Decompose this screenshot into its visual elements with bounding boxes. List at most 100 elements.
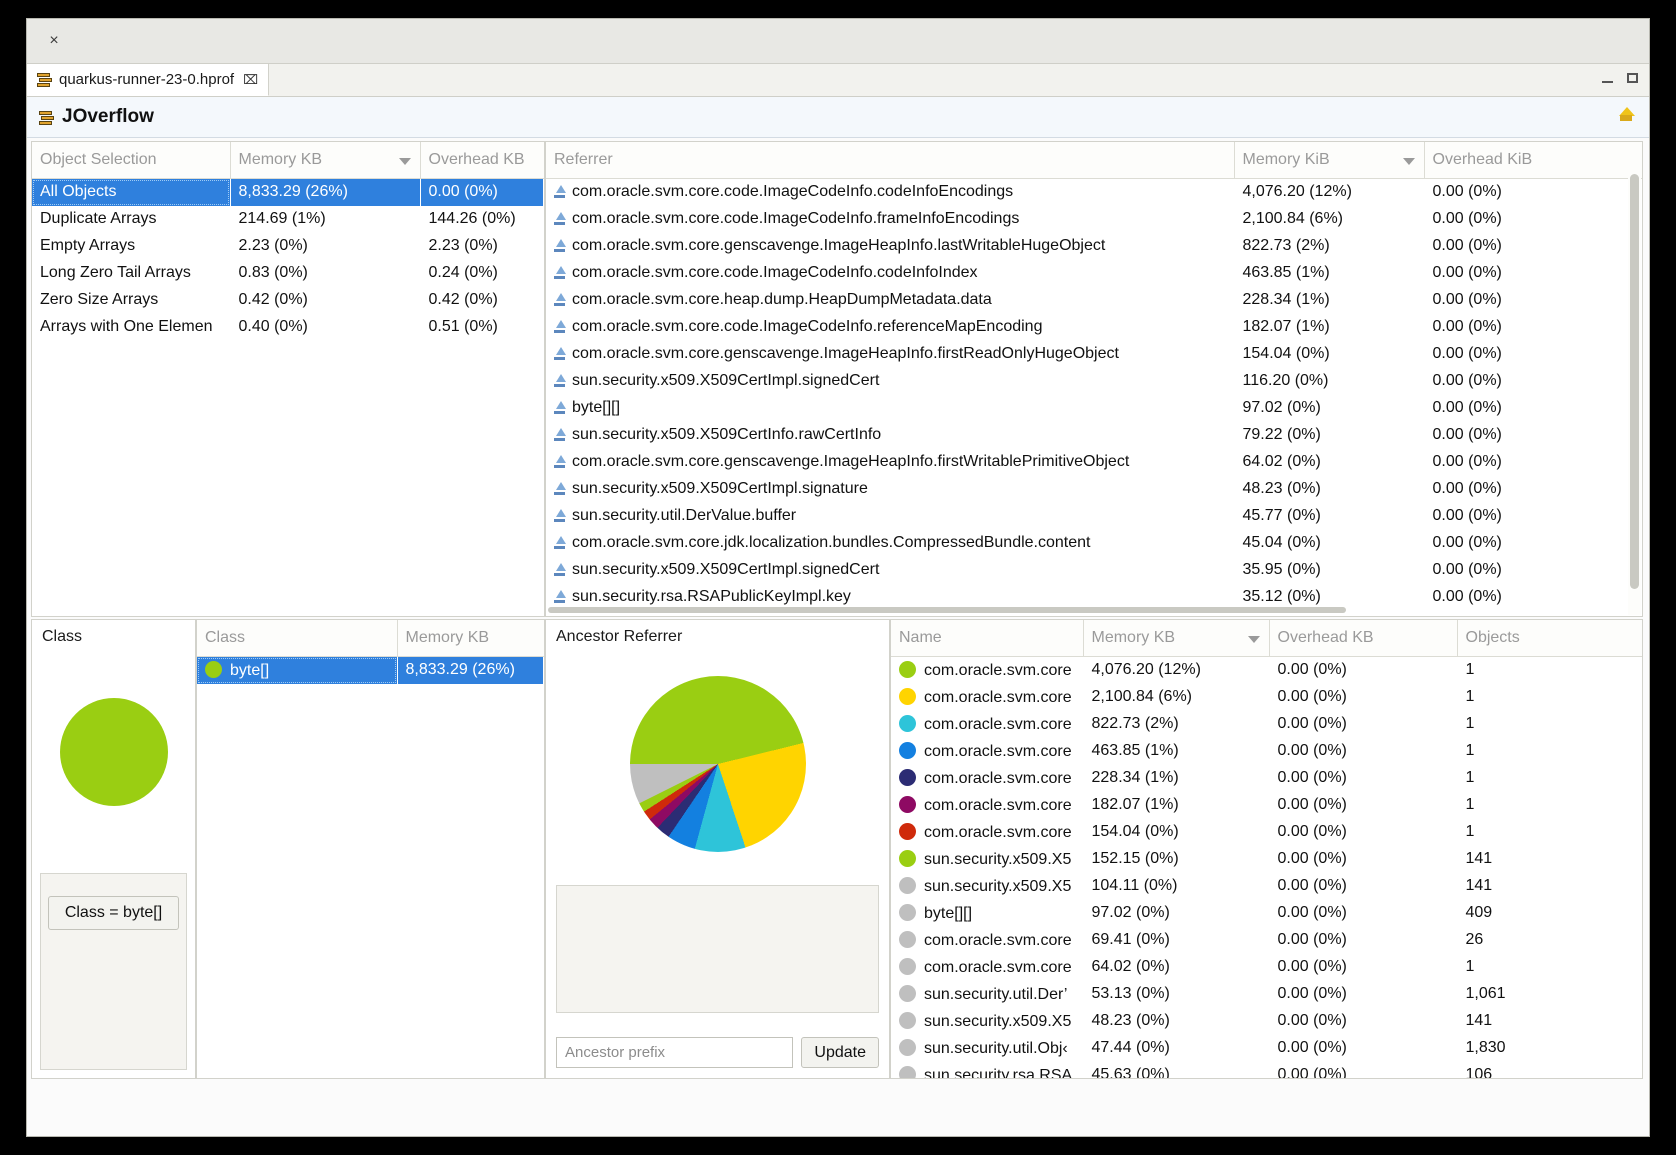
- table-row[interactable]: byte[] 8,833.29 (26%): [197, 656, 544, 684]
- table-row[interactable]: sun.security.x509.X509CertImpl.signedCer…: [546, 557, 1642, 584]
- table-row[interactable]: sun.security.x509.X509CertImpl.signedCer…: [546, 368, 1642, 395]
- editor-tab-label: quarkus-runner-23-0.hprof: [59, 71, 235, 88]
- column-header-overhead-kb[interactable]: Overhead KB: [1269, 620, 1458, 657]
- column-header-name[interactable]: Name: [891, 620, 1084, 657]
- cell-memory: 228.34 (1%): [1242, 291, 1330, 308]
- cell-memory: 463.85 (1%): [1242, 264, 1330, 281]
- table-row[interactable]: sun.security.x509.X509CertImpl.signature…: [546, 476, 1642, 503]
- table-row[interactable]: sun.security.util.DerValue.buffer 45.77 (…: [546, 503, 1642, 530]
- cell-objects: 141: [1465, 877, 1493, 894]
- class-table: Class Memory KB byte[] 8,833.29 (26%): [197, 620, 544, 684]
- cell-memory: 35.95 (0%): [1242, 561, 1321, 578]
- table-row[interactable]: sun.security.x509.X509CertInfo.rawCertIn…: [546, 422, 1642, 449]
- close-icon[interactable]: ×: [41, 29, 67, 53]
- table-row[interactable]: sun.security.util.Der’ 53.13 (0%) 0.00 (0%…: [891, 981, 1642, 1008]
- table-row[interactable]: com.oracle.svm.core 4,076.20 (12%) 0.00 (0…: [891, 657, 1642, 684]
- table-row[interactable]: com.oracle.svm.core.genscavenge.ImageHea…: [546, 341, 1642, 368]
- table-row[interactable]: com.oracle.svm.core.code.ImageCodeInfo.c…: [546, 260, 1642, 287]
- table-row[interactable]: byte[][] 97.02 (0%) 0.00 (0%): [546, 395, 1642, 422]
- table-row[interactable]: com.oracle.svm.core 182.07 (1%) 0.00 (0%) 1: [891, 792, 1642, 819]
- table-row[interactable]: Zero Size Arrays 0.42 (0%) 0.42 (0%): [32, 287, 544, 314]
- column-header-referrer[interactable]: Referrer: [546, 142, 1235, 179]
- column-header-memory-kb[interactable]: Memory KB: [230, 142, 421, 179]
- maximize-icon[interactable]: [1626, 72, 1639, 85]
- column-header-memory-kb[interactable]: Memory KB: [1083, 620, 1270, 657]
- table-row[interactable]: byte[][] 97.02 (0%) 0.00 (0%) 409: [891, 900, 1642, 927]
- column-header-object-selection[interactable]: Object Selection: [32, 142, 231, 179]
- cell-referrer: sun.security.x509.X509CertImpl.signedCer…: [546, 557, 1234, 584]
- column-header-objects[interactable]: Objects: [1457, 620, 1642, 657]
- cell-objects: 26: [1465, 931, 1484, 948]
- referrer-vertical-scrollbar[interactable]: [1628, 172, 1641, 615]
- series-color-dot: [899, 768, 916, 786]
- column-header-memory-kib[interactable]: Memory KiB: [1234, 142, 1425, 179]
- table-row[interactable]: sun.security.util.Obj‹ 47.44 (0%) 0.00 (0%…: [891, 1035, 1642, 1062]
- cell-name: sun.security.x509.X5: [891, 1008, 1083, 1035]
- view-header: JOverflow: [27, 97, 1649, 138]
- cell-referrer: com.oracle.svm.core.code.ImageCodeInfo.r…: [546, 314, 1234, 341]
- cell-memory: 53.13 (0%): [1091, 985, 1170, 1002]
- cell-overhead: 0.00 (0%): [1277, 877, 1347, 894]
- table-row[interactable]: com.oracle.svm.core.jdk.localization.bun…: [546, 530, 1642, 557]
- cell-referrer: com.oracle.svm.core.genscavenge.ImageHea…: [546, 449, 1234, 476]
- table-header-row: Name Memory KB Overhead KB Objects: [891, 620, 1642, 657]
- class-color-dot: [205, 660, 222, 678]
- table-row[interactable]: sun.security.rsa.RSA 45.63 (0%) 0.00 (0%) 1…: [891, 1062, 1642, 1078]
- class-table-panel: Class Memory KB byte[] 8,833.29 (26%): [196, 619, 545, 1079]
- table-row[interactable]: Empty Arrays 2.23 (0%) 2.23 (0%): [32, 233, 544, 260]
- table-row[interactable]: com.oracle.svm.core 822.73 (2%) 0.00 (0%) 1: [891, 711, 1642, 738]
- cell-memory: 4,076.20 (12%): [1242, 183, 1352, 201]
- table-row[interactable]: Arrays with One Elemen 0.40 (0%) 0.51 (0%): [32, 314, 544, 341]
- cell-object-selection: Empty Arrays: [40, 237, 136, 254]
- class-filter-button[interactable]: Class = byte[]: [47, 896, 180, 930]
- table-row[interactable]: com.oracle.svm.core.heap.dump.HeapDumpMe…: [546, 287, 1642, 314]
- table-row[interactable]: com.oracle.svm.core 154.04 (0%) 0.00 (0%) 1: [891, 819, 1642, 846]
- ancestor-prefix-input[interactable]: Ancestor prefix: [556, 1037, 794, 1068]
- column-header-memory-kb[interactable]: Memory KB: [397, 620, 544, 657]
- cell-name: sun.security.rsa.RSA: [891, 1062, 1083, 1078]
- table-row[interactable]: com.oracle.svm.core 228.34 (1%) 0.00 (0%) 1: [891, 765, 1642, 792]
- column-header-overhead-kb[interactable]: Overhead KB: [420, 142, 544, 179]
- referrer-horizontal-scrollbar[interactable]: [548, 605, 1626, 615]
- cell-object-selection: Duplicate Arrays: [40, 210, 157, 227]
- cell-overhead: 0.00 (0%): [1277, 715, 1347, 732]
- table-row[interactable]: com.oracle.svm.core.genscavenge.ImageHea…: [546, 233, 1642, 260]
- table-row[interactable]: com.oracle.svm.core 463.85 (1%) 0.00 (0%) 1: [891, 738, 1642, 765]
- cell-overhead: 0.00 (0%): [1277, 688, 1347, 705]
- table-row[interactable]: com.oracle.svm.core.code.ImageCodeInfo.r…: [546, 314, 1642, 341]
- table-row[interactable]: sun.security.x509.X5 104.11 (0%) 0.00 (0%)…: [891, 873, 1642, 900]
- cell-overhead: 0.00 (0%): [1277, 904, 1347, 921]
- cell-objects: 1: [1465, 796, 1475, 813]
- cell-referrer: byte[][]: [546, 395, 1234, 422]
- cell-memory: 97.02 (0%): [1242, 399, 1321, 416]
- table-row[interactable]: Long Zero Tail Arrays 0.83 (0%) 0.24 (0%): [32, 260, 544, 287]
- table-row[interactable]: com.oracle.svm.core.code.ImageCodeInfo.f…: [546, 206, 1642, 233]
- table-row[interactable]: All Objects 8,833.29 (26%) 0.00 (0%): [32, 178, 544, 206]
- view-menu-icon[interactable]: [1617, 107, 1635, 123]
- table-row[interactable]: com.oracle.svm.core 69.41 (0%) 0.00 (0%) 26: [891, 927, 1642, 954]
- cell-objects: 141: [1465, 1012, 1493, 1029]
- joverflow-icon: [39, 110, 54, 125]
- cell-overhead: 0.00 (0%): [1432, 264, 1502, 281]
- tab-close-icon[interactable]: ⌧: [243, 72, 258, 88]
- detail-table: Name Memory KB Overhead KB Objects com.o…: [891, 620, 1642, 1078]
- column-header-overhead-kib[interactable]: Overhead KiB: [1424, 142, 1642, 179]
- table-row[interactable]: com.oracle.svm.core 2,100.84 (6%) 0.00 (0%…: [891, 684, 1642, 711]
- object-selection-table: Object Selection Memory KB Overhead KB A…: [32, 142, 544, 341]
- table-row[interactable]: com.oracle.svm.core 64.02 (0%) 0.00 (0%) 1: [891, 954, 1642, 981]
- table-row[interactable]: sun.security.x509.X5 48.23 (0%) 0.00 (0%) 1…: [891, 1008, 1642, 1035]
- table-row[interactable]: com.oracle.svm.core.code.ImageCodeInfo.c…: [546, 179, 1642, 206]
- update-button[interactable]: Update: [801, 1037, 879, 1068]
- cell-overhead: 0.00 (0%): [1277, 958, 1347, 975]
- table-row[interactable]: Duplicate Arrays 214.69 (1%) 144.26 (0%): [32, 206, 544, 233]
- table-row[interactable]: sun.security.x509.X5 152.15 (0%) 0.00 (0%)…: [891, 846, 1642, 873]
- table-row[interactable]: com.oracle.svm.core.genscavenge.ImageHea…: [546, 449, 1642, 476]
- reference-icon: [554, 401, 566, 414]
- series-color-dot: [899, 795, 916, 813]
- editor-tab-hprof[interactable]: quarkus-runner-23-0.hprof ⌧: [27, 64, 270, 96]
- column-header-class[interactable]: Class: [197, 620, 398, 657]
- minimize-icon[interactable]: [1601, 72, 1614, 85]
- sort-desc-icon: [398, 158, 411, 165]
- cell-memory: 214.69 (1%): [238, 210, 326, 227]
- cell-memory: 64.02 (0%): [1242, 453, 1321, 470]
